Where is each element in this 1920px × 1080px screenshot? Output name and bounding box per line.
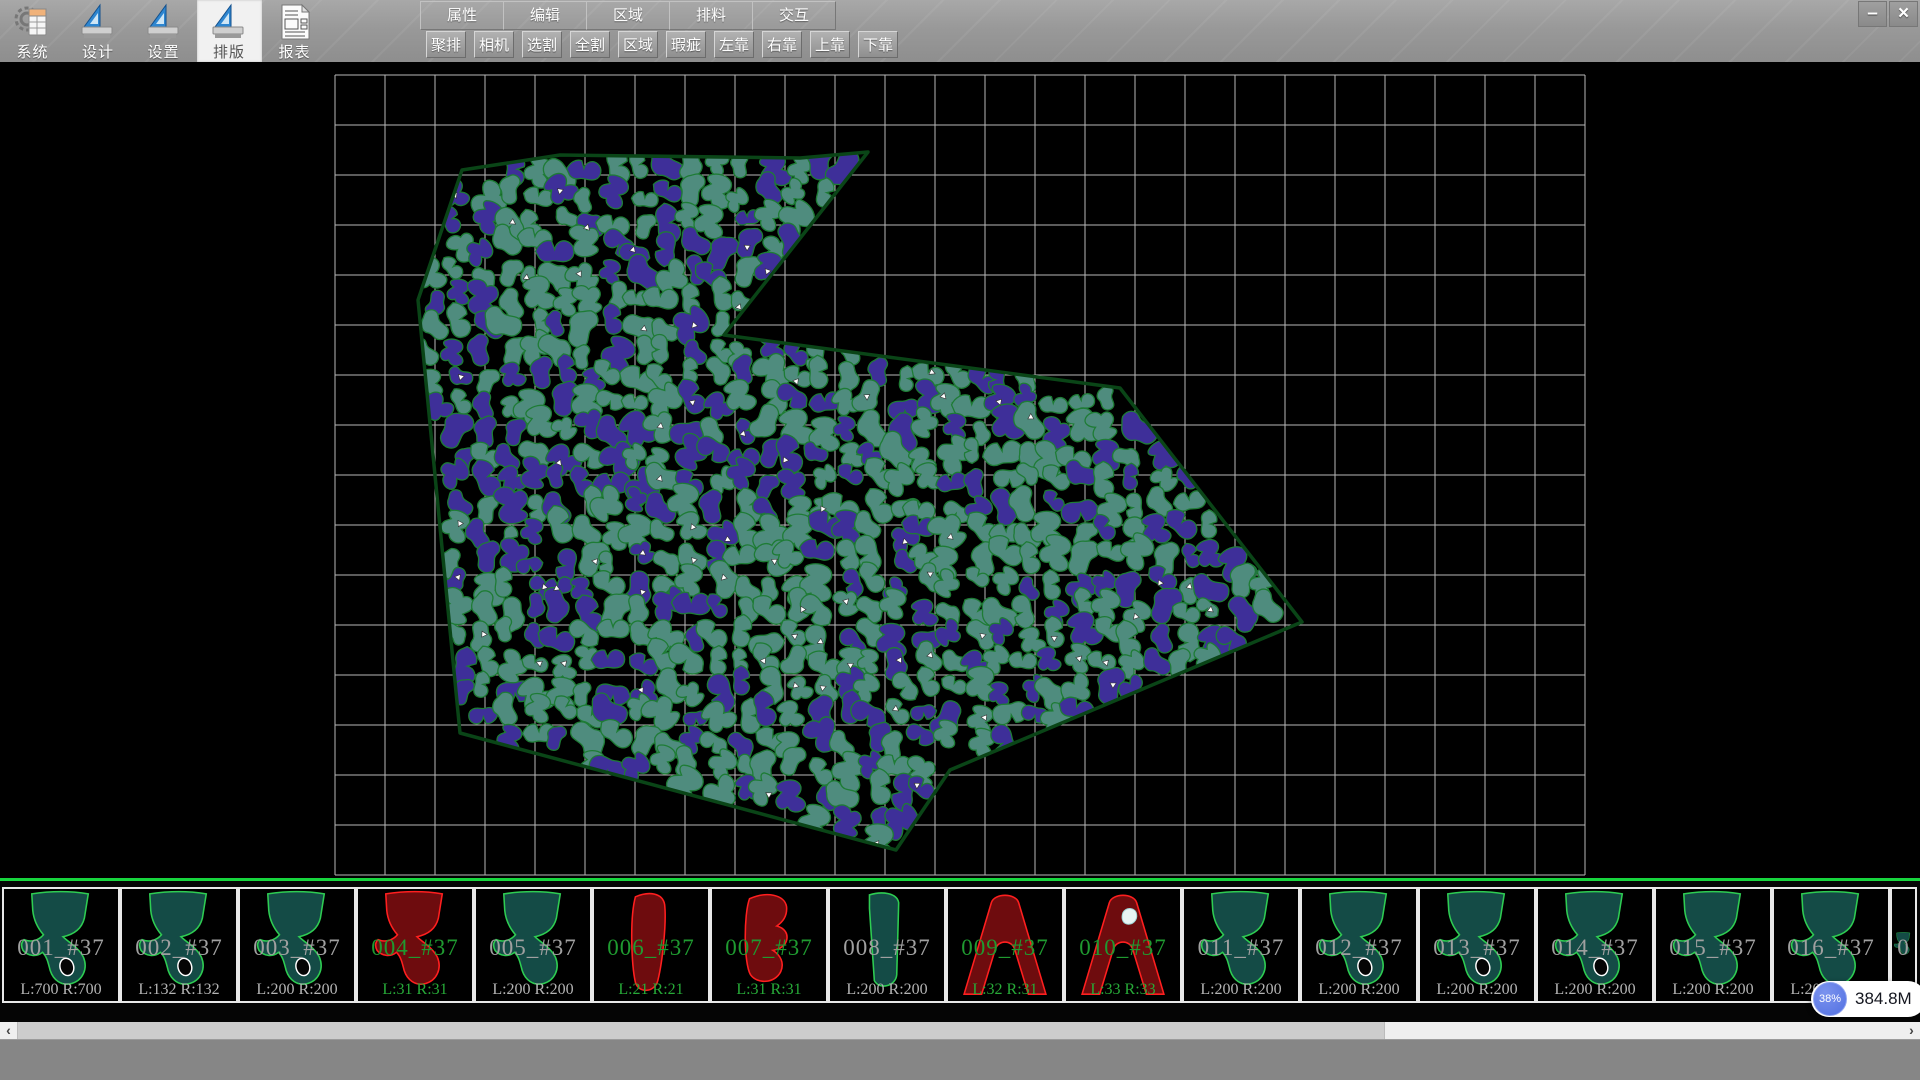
menu-item-3[interactable]: 区域 xyxy=(586,1,670,30)
ruler-icon xyxy=(144,3,184,41)
progress-percent: 38% xyxy=(1819,993,1841,1005)
pattern-name: 002_#37 xyxy=(122,935,236,961)
minimize-button[interactable]: – xyxy=(1858,1,1887,27)
pattern-name: 006_#37 xyxy=(594,935,708,961)
nav-button-nesting[interactable]: 排版 xyxy=(197,0,262,62)
pattern-lr-count: L:31 R:31 xyxy=(712,981,826,999)
thumbnail-1[interactable]: 001_#37 L:700 R:700 xyxy=(2,887,120,1003)
nesting-drawing xyxy=(0,62,1920,878)
pattern-lr-count: L:200 R:200 xyxy=(1184,981,1298,999)
thumbnail-7[interactable]: 007_#37 L:31 R:31 xyxy=(710,887,828,1003)
pattern-lr-count: L:21 R:21 xyxy=(594,981,708,999)
pattern-lr-count: L:200 R:200 xyxy=(1656,981,1770,999)
thumbnail-10[interactable]: 010_#37 L:33 R:33 xyxy=(1064,887,1182,1003)
thumbnail-11[interactable]: 011_#37 L:200 R:200 xyxy=(1182,887,1300,1003)
pattern-lr-count: L:31 R:31 xyxy=(358,981,472,999)
tool-button-10[interactable]: 下靠 xyxy=(858,31,898,58)
tool-button-9[interactable]: 上靠 xyxy=(810,31,850,58)
ruler-icon xyxy=(78,3,118,41)
nav-label: 报表 xyxy=(262,41,327,62)
tool-button-2[interactable]: 相机 xyxy=(474,31,514,58)
pattern-name: 009_#37 xyxy=(948,935,1062,961)
menu-item-2[interactable]: 编辑 xyxy=(503,1,587,30)
pattern-name: 015_#37 xyxy=(1656,935,1770,961)
pattern-name: 004_#37 xyxy=(358,935,472,961)
horizontal-scrollbar[interactable]: ‹ › xyxy=(0,1022,1920,1039)
thumbnail-12[interactable]: 012_#37 L:200 R:200 xyxy=(1300,887,1418,1003)
nav-button-design[interactable]: 设计 xyxy=(66,0,131,62)
pattern-lr-count: L:132 R:132 xyxy=(122,981,236,999)
progress-circle: 38% xyxy=(1813,982,1847,1016)
tool-button-4[interactable]: 全割 xyxy=(570,31,610,58)
pattern-name: 0 xyxy=(1892,935,1915,961)
pattern-name: 007_#37 xyxy=(712,935,826,961)
pattern-name: 001_#37 xyxy=(4,935,118,961)
gear-doc-icon xyxy=(13,3,53,41)
tool-button-8[interactable]: 右靠 xyxy=(762,31,802,58)
menu-item-5[interactable]: 交互 xyxy=(752,1,836,30)
tool-button-5[interactable]: 区域 xyxy=(618,31,658,58)
pattern-lr-count: L:200 R:200 xyxy=(1302,981,1416,999)
thumbnail-6[interactable]: 006_#37 L:21 R:21 xyxy=(592,887,710,1003)
nav-button-system[interactable]: 系统 xyxy=(0,0,65,62)
pattern-lr-count: L:700 R:700 xyxy=(4,981,118,999)
pattern-thumbnail-strip: 001_#37L:700 R:700002_#37L:132 R:132003_… xyxy=(0,878,1920,1025)
scrollbar-thumb[interactable] xyxy=(17,1022,1385,1039)
scroll-left-icon[interactable]: ‹ xyxy=(0,1022,17,1039)
pattern-lr-count: L:200 R:200 xyxy=(830,981,944,999)
pattern-name: 005_#37 xyxy=(476,935,590,961)
scroll-right-icon[interactable]: › xyxy=(1903,1022,1920,1039)
tool-button-1[interactable]: 聚排 xyxy=(426,31,466,58)
thumbnail-2[interactable]: 002_#37 L:132 R:132 xyxy=(120,887,238,1003)
thumbnail-3[interactable]: 003_#37 L:200 R:200 xyxy=(238,887,356,1003)
pattern-lr-count: L:200 R:200 xyxy=(1420,981,1534,999)
report-icon xyxy=(275,3,315,41)
nav-button-report[interactable]: 报表 xyxy=(262,0,327,62)
nesting-canvas[interactable] xyxy=(0,62,1920,878)
thumbnail-9[interactable]: 009_#37 L:32 R:31 xyxy=(946,887,1064,1003)
memory-badge[interactable]: 38% 384.8M xyxy=(1811,981,1920,1017)
memory-value: 384.8M xyxy=(1855,989,1912,1009)
thumbnail-14[interactable]: 014_#37 L:200 R:200 xyxy=(1536,887,1654,1003)
tool-button-3[interactable]: 选割 xyxy=(522,31,562,58)
pattern-lr-count: L:33 R:33 xyxy=(1066,981,1180,999)
pattern-name: 014_#37 xyxy=(1538,935,1652,961)
pattern-lr-count: L:200 R:200 xyxy=(476,981,590,999)
app-window: 系统设计设置排版报表 属性编辑区域排料交互 聚排相机选割全割区域瑕疵左靠右靠上靠… xyxy=(0,0,1920,1080)
menu-item-4[interactable]: 排料 xyxy=(669,1,753,30)
nav-label: 排版 xyxy=(197,41,262,62)
thumbnail-15[interactable]: 015_#37 L:200 R:200 xyxy=(1654,887,1772,1003)
pattern-name: 008_#37 xyxy=(830,935,944,961)
nav-label: 系统 xyxy=(0,41,65,62)
pattern-lr-count: L:32 R:31 xyxy=(948,981,1062,999)
pattern-name: 010_#37 xyxy=(1066,935,1180,961)
thumbnail-4[interactable]: 004_#37 L:31 R:31 xyxy=(356,887,474,1003)
nav-label: 设置 xyxy=(131,41,196,62)
thumbnail-5[interactable]: 005_#37 L:200 R:200 xyxy=(474,887,592,1003)
status-bar xyxy=(0,1039,1920,1080)
pattern-name: 012_#37 xyxy=(1302,935,1416,961)
pattern-lr-count: L:200 R:200 xyxy=(1538,981,1652,999)
pattern-name: 011_#37 xyxy=(1184,935,1298,961)
thumbnail-8[interactable]: 008_#37 L:200 R:200 xyxy=(828,887,946,1003)
thumbnail-13[interactable]: 013_#37 L:200 R:200 xyxy=(1418,887,1536,1003)
pattern-lr-count: L:200 R:200 xyxy=(240,981,354,999)
toolbar: 系统设计设置排版报表 属性编辑区域排料交互 聚排相机选割全割区域瑕疵左靠右靠上靠… xyxy=(0,0,1920,63)
close-button[interactable]: × xyxy=(1889,1,1918,27)
pattern-name: 003_#37 xyxy=(240,935,354,961)
menu-item-1[interactable]: 属性 xyxy=(420,1,504,30)
tool-button-7[interactable]: 左靠 xyxy=(714,31,754,58)
pattern-name: 013_#37 xyxy=(1420,935,1534,961)
nav-button-settings[interactable]: 设置 xyxy=(131,0,196,62)
nav-label: 设计 xyxy=(66,41,131,62)
pattern-name: 016_#37 xyxy=(1774,935,1888,961)
tool-button-6[interactable]: 瑕疵 xyxy=(666,31,706,58)
ruler-icon xyxy=(209,3,249,41)
